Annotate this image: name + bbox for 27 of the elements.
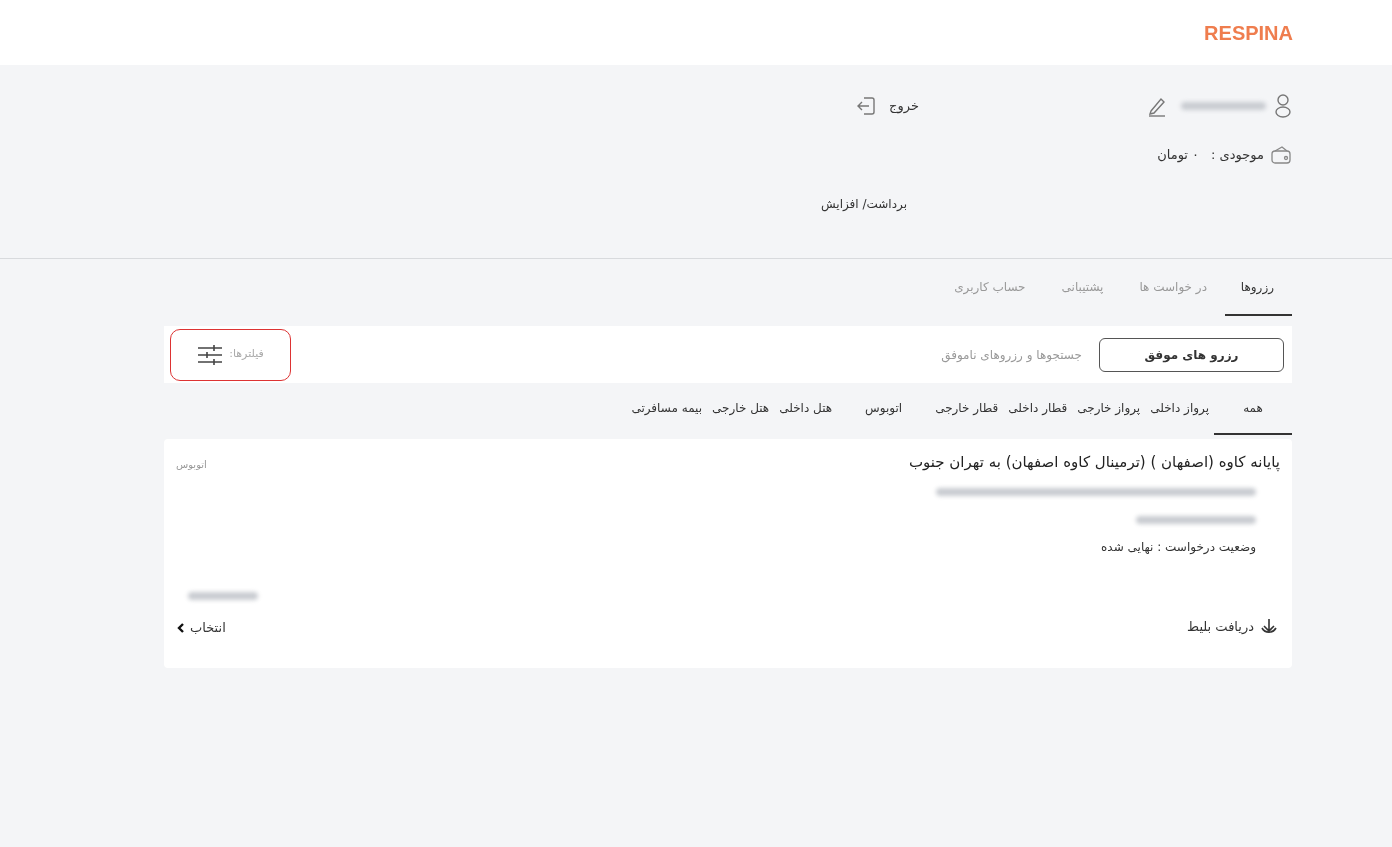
chevron-icon [176, 621, 186, 634]
reservation-type: اتوبوس [176, 458, 207, 472]
wallet-icon [1270, 145, 1292, 165]
category-tab[interactable]: هتل داخلی [774, 383, 838, 435]
category-tab[interactable]: هتل خارجی [707, 383, 775, 435]
balance-label: موجودی : [1211, 146, 1264, 165]
select-button[interactable]: انتخاب [176, 618, 226, 638]
category-tab[interactable]: قطار خارجی [930, 383, 1004, 435]
user-icon [1274, 93, 1292, 119]
segment-tab[interactable]: رزرو های موفق [1099, 337, 1284, 372]
category-tab[interactable]: پرواز خارجی [1072, 383, 1146, 435]
blurred-text [188, 592, 258, 600]
tab[interactable]: رزروها [1225, 259, 1292, 316]
download-ticket-button[interactable]: دریافت بلیط [1187, 616, 1254, 637]
request-status: وضعیت درخواست : نهایی شده [1100, 538, 1256, 556]
balance-value: ۰ تومان [1157, 146, 1200, 165]
category-tab[interactable]: قطار داخلی [1003, 383, 1073, 435]
category-tab[interactable]: اتوبوس [837, 383, 931, 435]
filter-icon [197, 343, 224, 366]
category-tab[interactable]: همه [1214, 383, 1292, 435]
edit-icon[interactable] [1147, 95, 1167, 117]
category-tab[interactable]: پرواز داخلی [1145, 383, 1214, 435]
logout-link[interactable]: خروج [889, 96, 919, 116]
category-tab[interactable]: بیمه مسافرتی [626, 383, 708, 435]
logout-icon[interactable] [855, 95, 878, 117]
reservation-title: پایانه کاوه (اصفهان ) (ترمینال کاوه اصفهان) به تهران جنوب [907, 452, 1280, 473]
wallet-link[interactable]: برداشت/ افزایش [821, 197, 907, 211]
